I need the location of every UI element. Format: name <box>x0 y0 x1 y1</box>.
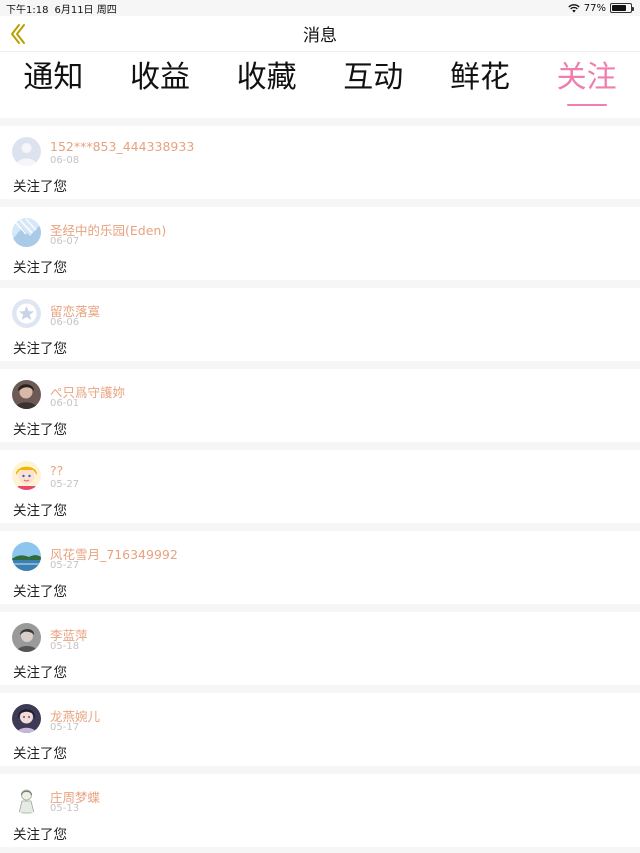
follow-date: 05-18 <box>50 641 80 652</box>
list-spacer <box>0 118 640 126</box>
follow-message: 关注了您 <box>13 179 67 195</box>
tab-notifications[interactable]: 通知 <box>17 58 89 98</box>
avatar[interactable] <box>12 461 41 490</box>
follower-name[interactable]: ?? <box>50 463 63 478</box>
tab-label: 通知 <box>23 60 84 95</box>
status-left: 下午1:18 6月11日 周四 <box>6 1 117 16</box>
avatar[interactable] <box>12 218 41 247</box>
tab-interactions[interactable]: 互动 <box>337 58 409 98</box>
follow-date: 05-27 <box>50 479 80 490</box>
follow-message: 关注了您 <box>13 746 67 762</box>
tab-label: 互动 <box>343 60 404 95</box>
follow-message: 关注了您 <box>13 422 67 438</box>
status-date: 6月11日 周四 <box>54 4 117 16</box>
follow-list-item[interactable]: 留恋落寞 06-06 关注了您 <box>0 288 640 361</box>
back-chevron-icon[interactable] <box>8 22 28 46</box>
follow-date: 05-27 <box>50 560 80 571</box>
status-bar: 下午1:18 6月11日 周四 77% <box>0 0 640 16</box>
follow-message: 关注了您 <box>13 665 67 681</box>
tab-label: 收益 <box>129 60 190 95</box>
tab-flowers[interactable]: 鲜花 <box>444 58 516 98</box>
avatar[interactable] <box>12 623 41 652</box>
avatar[interactable] <box>12 542 41 571</box>
tab-label: 鲜花 <box>449 60 510 95</box>
follow-date: 05-17 <box>50 722 80 733</box>
follow-message: 关注了您 <box>13 260 67 276</box>
follow-date: 06-08 <box>50 155 80 166</box>
avatar[interactable] <box>12 785 41 814</box>
follow-list-item[interactable]: 152***853_444338933 06-08 关注了您 <box>0 126 640 199</box>
active-tab-indicator <box>566 104 607 106</box>
tab-favorites[interactable]: 收藏 <box>231 58 303 98</box>
avatar[interactable] <box>12 137 41 166</box>
avatar[interactable] <box>12 704 41 733</box>
follow-list-item[interactable]: ?? 05-27 关注了您 <box>0 450 640 523</box>
follow-list-item[interactable]: 龙燕婉儿 05-17 关注了您 <box>0 693 640 766</box>
follow-list-item[interactable]: 庄周梦蝶 05-13 关注了您 <box>0 774 640 847</box>
status-time: 下午1:18 <box>6 4 49 16</box>
follow-list-item[interactable]: 李蓝萍 05-18 关注了您 <box>0 612 640 685</box>
follow-list-item[interactable]: ぺ只爲守護妳 06-01 关注了您 <box>0 369 640 442</box>
avatar[interactable] <box>12 299 41 328</box>
follow-date: 06-01 <box>50 398 80 409</box>
follow-list-item[interactable]: 风花雪月_716349992 05-27 关注了您 <box>0 531 640 604</box>
follow-message: 关注了您 <box>13 584 67 600</box>
wifi-icon <box>568 4 580 13</box>
battery-fill <box>612 5 626 11</box>
follow-date: 05-13 <box>50 803 80 814</box>
follow-list: 152***853_444338933 06-08 关注了您 圣经中的乐园(Eden)… <box>0 118 640 853</box>
avatar[interactable] <box>12 380 41 409</box>
battery-icon <box>610 3 634 13</box>
follower-name[interactable]: 152***853_444338933 <box>50 139 194 154</box>
follow-date: 06-06 <box>50 317 80 328</box>
battery-percent: 77% <box>583 2 606 14</box>
follow-message: 关注了您 <box>13 827 67 843</box>
tab-label: 关注 <box>556 60 617 95</box>
follow-message: 关注了您 <box>13 503 67 519</box>
tab-earnings[interactable]: 收益 <box>124 58 196 98</box>
follow-list-item[interactable]: 圣经中的乐园(Eden) 06-07 关注了您 <box>0 207 640 280</box>
follow-message: 关注了您 <box>13 341 67 357</box>
tab-follows[interactable]: 关注 <box>551 58 623 106</box>
tab-bar: 通知 收益 收藏 互动 鲜花 关注 <box>0 52 640 120</box>
tab-label: 收藏 <box>236 60 297 95</box>
status-right: 77% <box>568 2 634 14</box>
page-title: 消息 <box>303 26 337 46</box>
follow-date: 06-07 <box>50 236 80 247</box>
nav-bar: 消息 <box>0 16 640 52</box>
